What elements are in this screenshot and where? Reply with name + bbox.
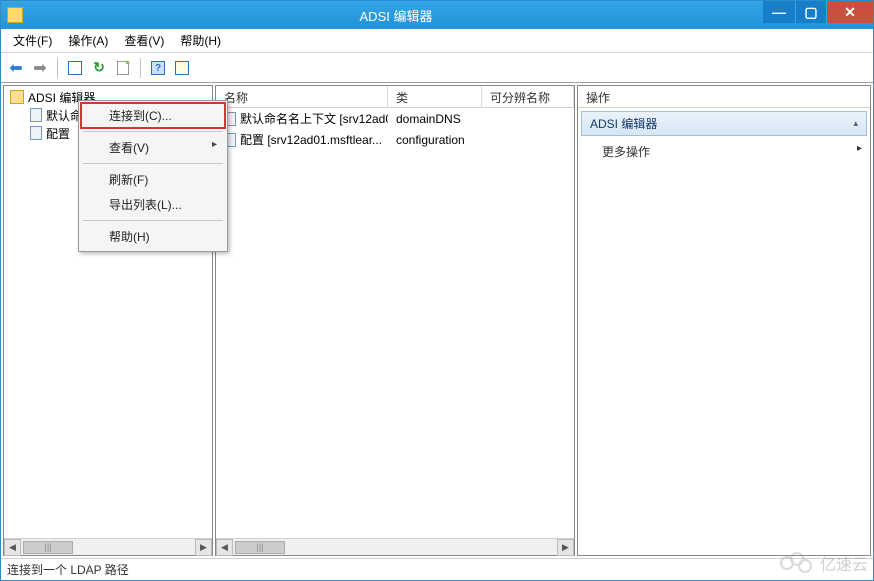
list-header: 名称 类 可分辨名称 xyxy=(216,86,574,108)
context-separator xyxy=(83,220,223,221)
context-menu: 连接到(C)... 查看(V) 刷新(F) 导出列表(L)... 帮助(H) xyxy=(78,100,228,252)
context-help[interactable]: 帮助(H) xyxy=(81,224,225,249)
show-action-pane-button[interactable] xyxy=(171,57,193,79)
column-dn[interactable]: 可分辨名称 xyxy=(482,86,574,107)
titlebar: ADSI 编辑器 — ▢ ✕ xyxy=(1,1,873,29)
toolbar-separator xyxy=(57,58,58,78)
menu-help[interactable]: 帮助(H) xyxy=(172,29,229,52)
container-icon xyxy=(30,108,42,122)
actions-more-label: 更多操作 xyxy=(602,143,650,160)
submenu-icon: ▸ xyxy=(857,143,862,160)
cell-text: 默认命名名上下文 [srv12ad0... xyxy=(240,110,388,127)
list-row[interactable]: 配置 [srv12ad01.msftlear... configuration xyxy=(216,129,574,150)
scroll-right-button[interactable]: ▶ xyxy=(557,539,574,556)
reload-icon: ↻ xyxy=(93,59,105,76)
context-view[interactable]: 查看(V) xyxy=(81,135,225,160)
scroll-track[interactable]: ||| xyxy=(233,539,557,555)
tree-scrollbar: ◀ ||| ▶ xyxy=(4,538,212,555)
menu-view[interactable]: 查看(V) xyxy=(116,29,172,52)
scroll-left-button[interactable]: ◀ xyxy=(216,539,233,556)
menubar: 文件(F) 操作(A) 查看(V) 帮助(H) xyxy=(1,29,873,53)
list-body: 默认命名名上下文 [srv12ad0... domainDNS 配置 [srv1… xyxy=(216,108,574,538)
refresh-button[interactable]: ↻ xyxy=(88,57,110,79)
nav-back-button[interactable]: ⬅ xyxy=(5,57,27,79)
context-refresh[interactable]: 刷新(F) xyxy=(81,167,225,192)
help-button[interactable]: ? xyxy=(147,57,169,79)
context-separator xyxy=(83,131,223,132)
action-pane-icon xyxy=(175,61,189,75)
collapse-icon: ▴ xyxy=(853,118,858,129)
scroll-left-button[interactable]: ◀ xyxy=(4,539,21,556)
nav-forward-button[interactable]: ➡ xyxy=(29,57,51,79)
arrow-left-icon: ⬅ xyxy=(9,58,22,78)
statusbar: 连接到一个 LDAP 路径 xyxy=(1,558,873,580)
list-panel: 名称 类 可分辨名称 默认命名名上下文 [srv12ad0... domainD… xyxy=(215,85,575,556)
menu-action[interactable]: 操作(A) xyxy=(60,29,116,52)
scroll-thumb[interactable]: ||| xyxy=(23,541,73,554)
export-button[interactable] xyxy=(112,57,134,79)
show-hide-tree-button[interactable] xyxy=(64,57,86,79)
scroll-track[interactable]: ||| xyxy=(21,539,195,555)
export-icon xyxy=(117,61,129,75)
list-cell-class: configuration xyxy=(388,131,482,149)
list-cell-class: domainDNS xyxy=(388,110,482,128)
context-export[interactable]: 导出列表(L)... xyxy=(81,192,225,217)
app-icon xyxy=(7,7,23,23)
status-text: 连接到一个 LDAP 路径 xyxy=(7,561,129,578)
tree-root-icon xyxy=(10,90,24,104)
context-connect[interactable]: 连接到(C)... xyxy=(81,103,225,128)
help-icon: ? xyxy=(151,61,165,75)
close-button[interactable]: ✕ xyxy=(827,1,873,23)
actions-more[interactable]: 更多操作 ▸ xyxy=(578,139,870,164)
column-name[interactable]: 名称 xyxy=(216,86,388,107)
list-row[interactable]: 默认命名名上下文 [srv12ad0... domainDNS xyxy=(216,108,574,129)
list-cell-dn xyxy=(482,117,574,121)
window-controls: — ▢ ✕ xyxy=(763,1,873,29)
maximize-button[interactable]: ▢ xyxy=(795,1,827,23)
toolbar: ⬅ ➡ ↻ ? xyxy=(1,53,873,83)
minimize-button[interactable]: — xyxy=(763,1,795,23)
actions-panel: 操作 ADSI 编辑器 ▴ 更多操作 ▸ xyxy=(577,85,871,556)
toolbar-separator xyxy=(140,58,141,78)
window-title: ADSI 编辑器 xyxy=(29,6,763,25)
app-window: ADSI 编辑器 — ▢ ✕ 文件(F) 操作(A) 查看(V) 帮助(H) ⬅… xyxy=(0,0,874,581)
context-separator xyxy=(83,163,223,164)
scroll-thumb[interactable]: ||| xyxy=(235,541,285,554)
menu-file[interactable]: 文件(F) xyxy=(5,29,60,52)
panel-icon xyxy=(68,61,82,75)
column-class[interactable]: 类 xyxy=(388,86,482,107)
scroll-right-button[interactable]: ▶ xyxy=(195,539,212,556)
actions-section-label: ADSI 编辑器 xyxy=(590,115,657,132)
list-cell-name: 默认命名名上下文 [srv12ad0... xyxy=(216,108,388,129)
list-scrollbar: ◀ ||| ▶ xyxy=(216,538,574,555)
list-cell-name: 配置 [srv12ad01.msftlear... xyxy=(216,129,388,150)
list-cell-dn xyxy=(482,138,574,142)
tree-item-label: 配置 xyxy=(46,125,70,142)
arrow-right-icon: ➡ xyxy=(33,58,46,78)
actions-section-header[interactable]: ADSI 编辑器 ▴ xyxy=(581,111,867,136)
cell-text: 配置 [srv12ad01.msftlear... xyxy=(240,131,382,148)
container-icon xyxy=(30,126,42,140)
actions-header: 操作 xyxy=(578,86,870,108)
